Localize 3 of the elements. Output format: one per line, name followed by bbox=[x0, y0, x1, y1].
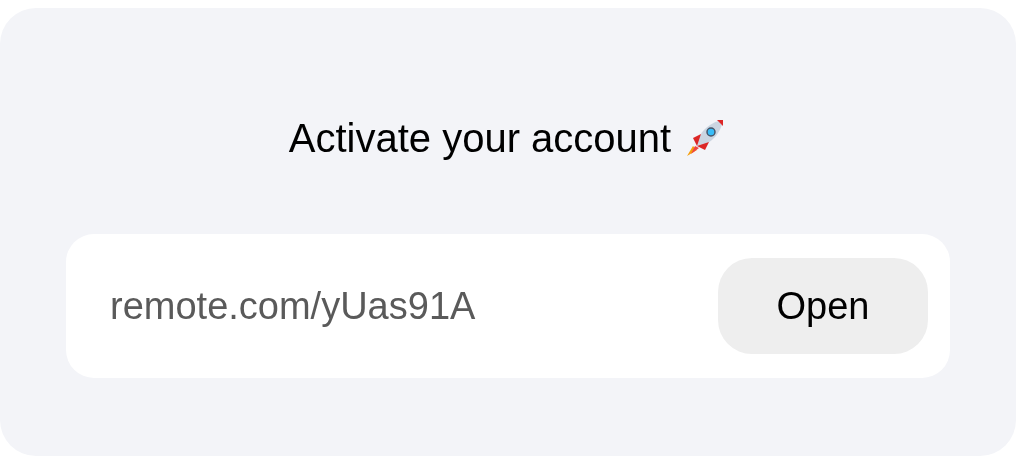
title: Activate your account bbox=[288, 115, 672, 162]
link-text[interactable]: remote.com/yUas91A bbox=[110, 277, 476, 335]
open-button[interactable]: Open bbox=[718, 258, 928, 354]
